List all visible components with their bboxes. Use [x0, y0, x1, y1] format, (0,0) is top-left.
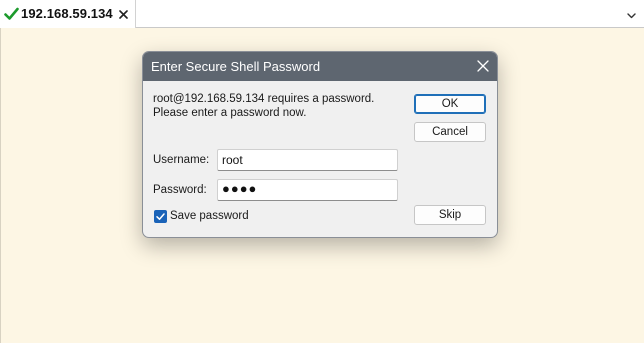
save-password-checkbox[interactable] — [154, 210, 167, 223]
save-password-label[interactable]: Save password — [170, 210, 249, 222]
session-tab[interactable]: 192.168.59.134 — [0, 0, 136, 28]
skip-button[interactable]: Skip — [414, 205, 486, 225]
ssh-password-dialog: Enter Secure Shell Password root@192.168… — [142, 51, 498, 238]
dialog-message-line2: Please enter a password now. — [153, 107, 307, 119]
tab-label: 192.168.59.134 — [21, 6, 113, 21]
dialog-title: Enter Secure Shell Password — [151, 59, 321, 74]
check-icon — [4, 7, 19, 20]
checkmark-icon — [156, 213, 165, 220]
password-field[interactable]: ●●●● — [217, 179, 398, 201]
password-label: Password: — [153, 184, 207, 196]
username-label: Username: — [153, 154, 210, 166]
cancel-button[interactable]: Cancel — [414, 122, 486, 142]
dialog-message-line1: root@192.168.59.134 requires a password. — [153, 93, 375, 105]
chevron-down-icon[interactable] — [626, 10, 637, 21]
close-icon[interactable] — [477, 60, 489, 72]
ok-button[interactable]: OK — [414, 94, 486, 114]
close-tab-icon[interactable] — [119, 10, 128, 19]
dialog-titlebar: Enter Secure Shell Password — [143, 52, 497, 81]
tab-bar: 192.168.59.134 — [0, 0, 644, 28]
username-field[interactable]: root — [217, 149, 398, 171]
